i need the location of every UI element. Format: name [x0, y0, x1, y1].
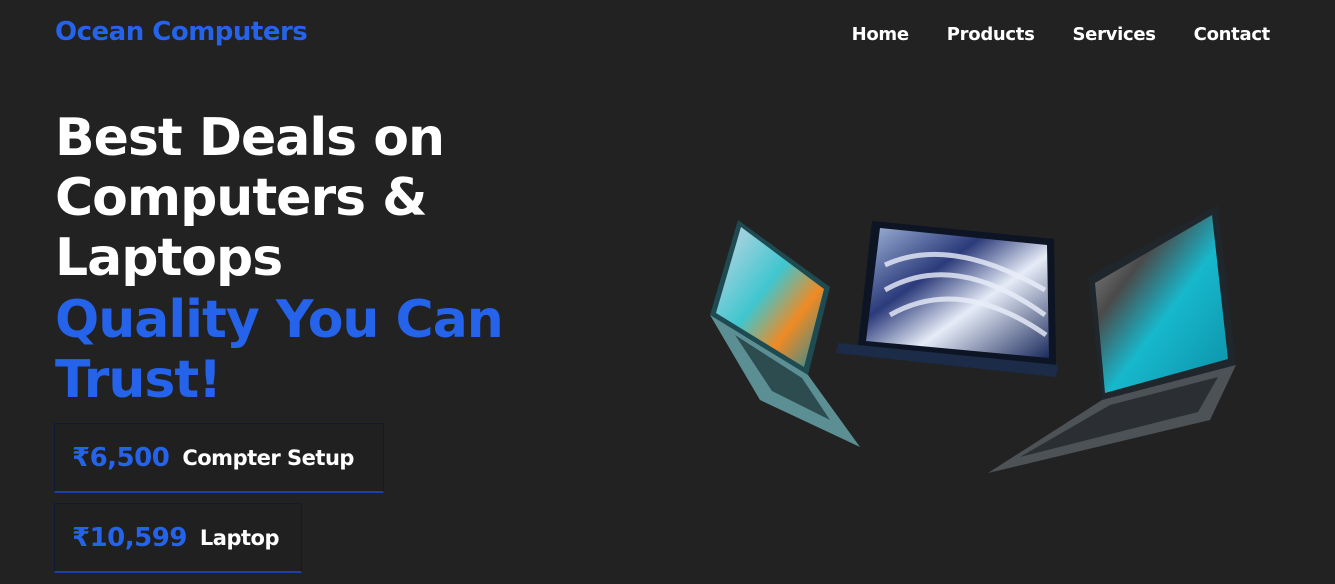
nav-item-home[interactable]: Home [852, 24, 910, 45]
offer-label: Compter Setup [182, 445, 354, 470]
tagline-line: Trust! [55, 350, 222, 410]
laptop-left [710, 220, 860, 447]
offer-price: ₹10,599 [72, 522, 187, 553]
nav-item-services[interactable]: Services [1073, 24, 1156, 45]
nav-item-products[interactable]: Products [947, 24, 1035, 45]
main-nav: Home Products Services Contact [814, 24, 1271, 45]
hero-tagline: Quality You Can Trust! [55, 290, 615, 410]
nav-item-contact[interactable]: Contact [1194, 24, 1271, 45]
offer-card-computer-setup[interactable]: ₹6,500 Compter Setup [54, 423, 384, 493]
laptop-center [836, 221, 1058, 377]
tagline-line: Quality You Can [55, 290, 504, 350]
offer-price: ₹6,500 [72, 442, 170, 473]
site-logo[interactable]: Ocean Computers [55, 17, 308, 47]
offer-label: Laptop [199, 525, 280, 550]
hero-headline: Best Deals on Computers & Laptops [55, 108, 615, 288]
headline-line: Laptops [55, 228, 283, 288]
page: Ocean Computers Home Products Services C… [0, 0, 1335, 584]
hero-section: Best Deals on Computers & Laptops Qualit… [55, 108, 615, 410]
headline-line: Computers & [55, 168, 427, 228]
headline-line: Best Deals on [55, 108, 445, 168]
laptops-image [710, 205, 1236, 473]
offer-card-laptop[interactable]: ₹10,599 Laptop [54, 503, 302, 573]
